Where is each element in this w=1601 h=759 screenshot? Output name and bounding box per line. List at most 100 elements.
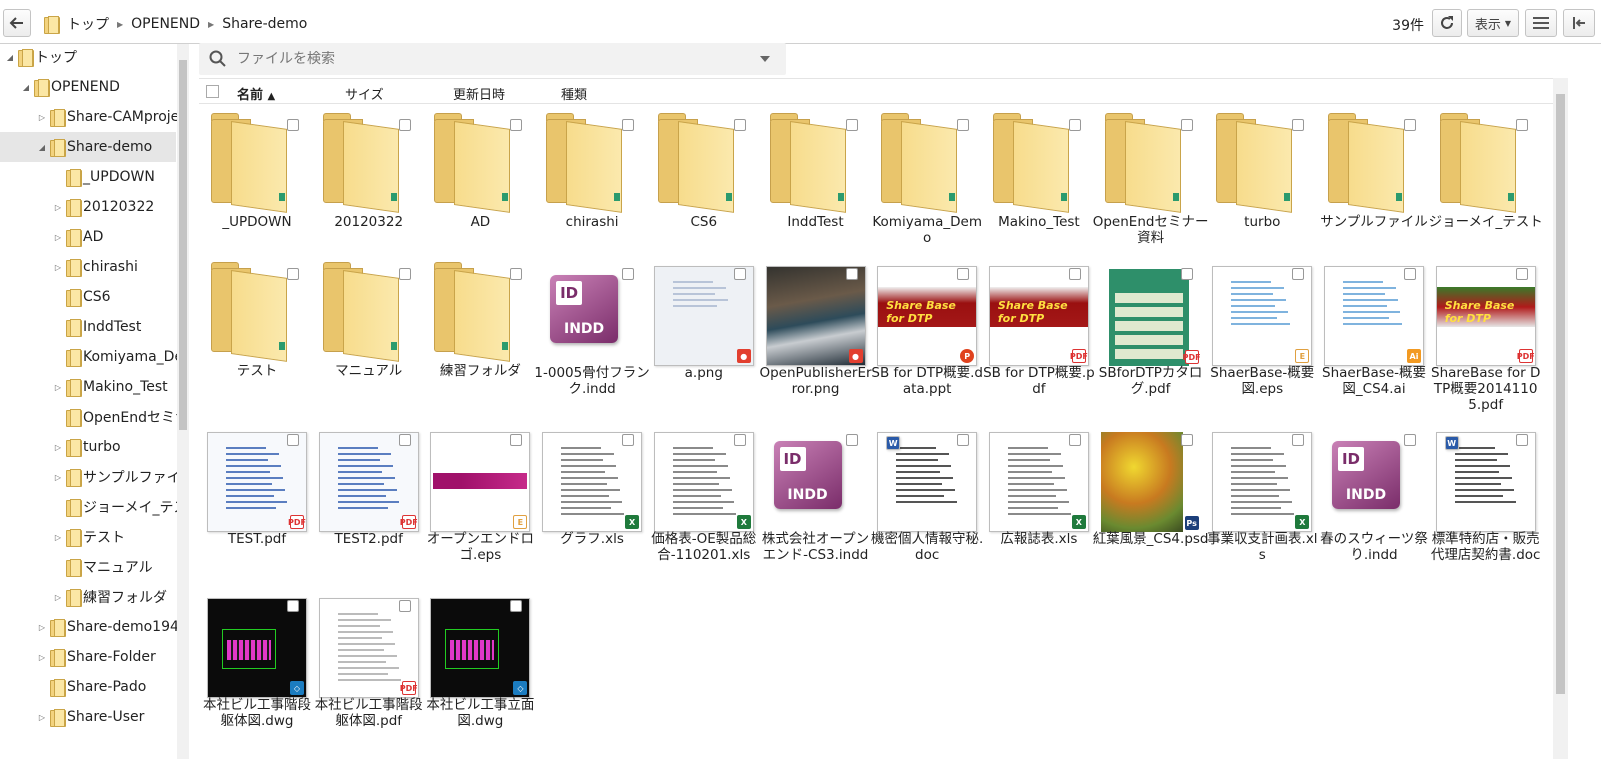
expand-arrow-icon[interactable]: ▷ (36, 113, 48, 122)
select-checkbox[interactable] (1404, 119, 1416, 131)
select-checkbox[interactable] (398, 434, 411, 446)
breadcrumb-item-openend[interactable]: OPENEND (131, 16, 200, 32)
file-tile[interactable]: X 事業収支計画表.xls (1204, 429, 1318, 589)
select-checkbox[interactable] (622, 119, 635, 131)
select-checkbox[interactable] (287, 434, 299, 446)
tree-item[interactable]: ▷ Share-CAMproject (0, 102, 183, 132)
folder-tile[interactable]: turbo (1204, 113, 1312, 274)
file-tile[interactable]: W 標準特約店・販売代理店契約書.doc (1428, 429, 1540, 589)
expand-arrow-icon[interactable]: ▷ (52, 443, 64, 452)
select-checkbox[interactable] (1404, 434, 1416, 446)
expanded-arrow-icon[interactable]: ◢ (20, 83, 32, 92)
file-tile[interactable]: ID INDD 春のスウィーツ祭り.indd (1316, 429, 1428, 589)
select-checkbox[interactable] (398, 600, 411, 612)
folder-tile[interactable]: CS6 (646, 113, 754, 274)
folder-tile[interactable]: 20120322 (311, 113, 419, 274)
folder-tile[interactable]: マニュアル (311, 262, 419, 423)
expanded-arrow-icon[interactable]: ◢ (36, 143, 48, 152)
expand-arrow-icon[interactable]: ▷ (52, 203, 64, 212)
select-checkbox[interactable] (287, 119, 299, 131)
tree-item[interactable]: ◢ トップ (0, 44, 77, 72)
select-checkbox[interactable] (845, 434, 858, 446)
file-tile[interactable]: E ShaerBase-概要図.eps (1204, 263, 1314, 423)
file-tile[interactable]: ◇ 本社ビル工事立面図.dwg (422, 595, 534, 755)
select-checkbox[interactable] (1180, 434, 1193, 446)
tree-item[interactable]: InddTest (0, 312, 141, 342)
tree-item[interactable]: OpenEndセミナー資料 (0, 402, 183, 432)
tree-item[interactable]: Share-Pado (0, 672, 146, 702)
file-tile[interactable]: PDF TEST2.pdf (311, 429, 419, 589)
file-tile[interactable]: ID INDD 株式会社オープンエンド-CS3.indd (758, 429, 869, 589)
tree-item[interactable]: ▷ テスト (0, 522, 125, 552)
collapse-panel-button[interactable] (1563, 9, 1595, 37)
select-checkbox[interactable] (510, 119, 523, 131)
folder-tile[interactable]: InddTest (758, 113, 866, 274)
tree-item[interactable]: ▷ chirashi (0, 252, 138, 282)
expand-arrow-icon[interactable]: ▷ (52, 593, 64, 602)
tree-item[interactable]: ▷ AD (0, 222, 103, 252)
tree-item[interactable]: Komiyama_Demo (0, 342, 183, 372)
tree-item[interactable]: ▷ Share-User (0, 702, 144, 732)
file-tile[interactable]: ● a.png (646, 263, 754, 423)
column-date[interactable]: 更新日時 (453, 84, 505, 103)
search-input[interactable] (237, 51, 737, 67)
folder-tile[interactable]: Komiyama_Demo (869, 113, 982, 274)
column-name[interactable]: 名前 ▲ (237, 84, 275, 103)
tree-item[interactable]: ▷ 20120322 (0, 192, 154, 222)
refresh-button[interactable] (1432, 9, 1462, 37)
folder-tile[interactable]: ジョーメイ_テスト (1428, 113, 1543, 274)
select-checkbox[interactable] (1292, 434, 1305, 446)
expand-arrow-icon[interactable]: ▷ (52, 473, 64, 482)
tree-item[interactable]: ▷ turbo (0, 432, 121, 462)
expand-arrow-icon[interactable]: ▷ (52, 263, 64, 272)
select-checkbox[interactable] (510, 434, 523, 446)
folder-tile[interactable]: AD (422, 113, 530, 274)
select-checkbox[interactable] (845, 268, 858, 280)
tree-item[interactable]: ▷ Share-Folder (0, 642, 156, 672)
scrollbar-thumb[interactable] (1556, 94, 1565, 694)
folder-tile[interactable]: サンプルファイル (1316, 113, 1428, 274)
column-type[interactable]: 種類 (561, 84, 587, 103)
select-checkbox[interactable] (510, 600, 523, 612)
expand-arrow-icon[interactable]: ▷ (52, 383, 64, 392)
select-checkbox[interactable] (1292, 119, 1305, 131)
column-size[interactable]: サイズ (345, 84, 384, 103)
tree-item[interactable]: ▷ サンプルファイル (0, 462, 183, 492)
select-all-checkbox[interactable] (206, 85, 219, 98)
folder-tile[interactable]: テスト (199, 262, 307, 423)
folder-tile[interactable]: _UPDOWN (199, 113, 307, 274)
select-checkbox[interactable] (733, 268, 746, 280)
select-checkbox[interactable] (287, 600, 299, 612)
select-checkbox[interactable] (398, 119, 411, 131)
file-tile[interactable]: PDF 本社ビル工事階段躯体図.pdf (311, 595, 423, 755)
scrollbar-thumb[interactable] (179, 60, 187, 430)
select-checkbox[interactable] (1292, 268, 1305, 280)
folder-tile[interactable]: chirashi (534, 113, 642, 274)
select-checkbox[interactable] (845, 119, 858, 131)
file-tile[interactable]: PDF SBforDTPカタログ.pdf (1093, 263, 1202, 423)
search-dropdown-icon[interactable] (760, 56, 770, 62)
select-checkbox[interactable] (1515, 119, 1528, 131)
folder-tile[interactable]: OpenEndセミナー資料 (1093, 113, 1208, 274)
sidebar-scrollbar[interactable] (177, 44, 189, 759)
tree-item[interactable]: ◢ OPENEND (0, 72, 120, 102)
file-tile[interactable]: ID INDD 1-0005骨付フランク.indd (534, 263, 650, 423)
expand-arrow-icon[interactable]: ▷ (52, 533, 64, 542)
file-tile[interactable]: Share Base for DTP PDF ShareBase for DTP概要… (1428, 263, 1540, 423)
select-checkbox[interactable] (287, 268, 299, 280)
tree-item[interactable]: マニュアル (0, 552, 153, 582)
select-checkbox[interactable] (1180, 119, 1193, 131)
select-checkbox[interactable] (622, 434, 635, 446)
file-tile[interactable]: Share Base for DTP P SB for DTP概要.data.ppt (869, 263, 983, 423)
select-checkbox[interactable] (1068, 119, 1081, 131)
select-checkbox[interactable] (1515, 434, 1528, 446)
select-checkbox[interactable] (1180, 268, 1193, 280)
folder-tile[interactable]: 練習フォルダ (422, 262, 530, 423)
select-checkbox[interactable] (1068, 268, 1081, 280)
file-tile[interactable]: ● OpenPublisherError.png (758, 263, 872, 423)
grid-scrollbar[interactable] (1553, 78, 1568, 759)
tree-item[interactable]: _UPDOWN (0, 162, 155, 192)
file-tile[interactable]: Ps 紅葉風景_CS4.psd (1093, 429, 1209, 589)
tree-item[interactable]: ▷ Share-demo1942 (0, 612, 183, 642)
file-tile[interactable]: Ai ShaerBase-概要図_CS4.ai (1316, 263, 1426, 423)
